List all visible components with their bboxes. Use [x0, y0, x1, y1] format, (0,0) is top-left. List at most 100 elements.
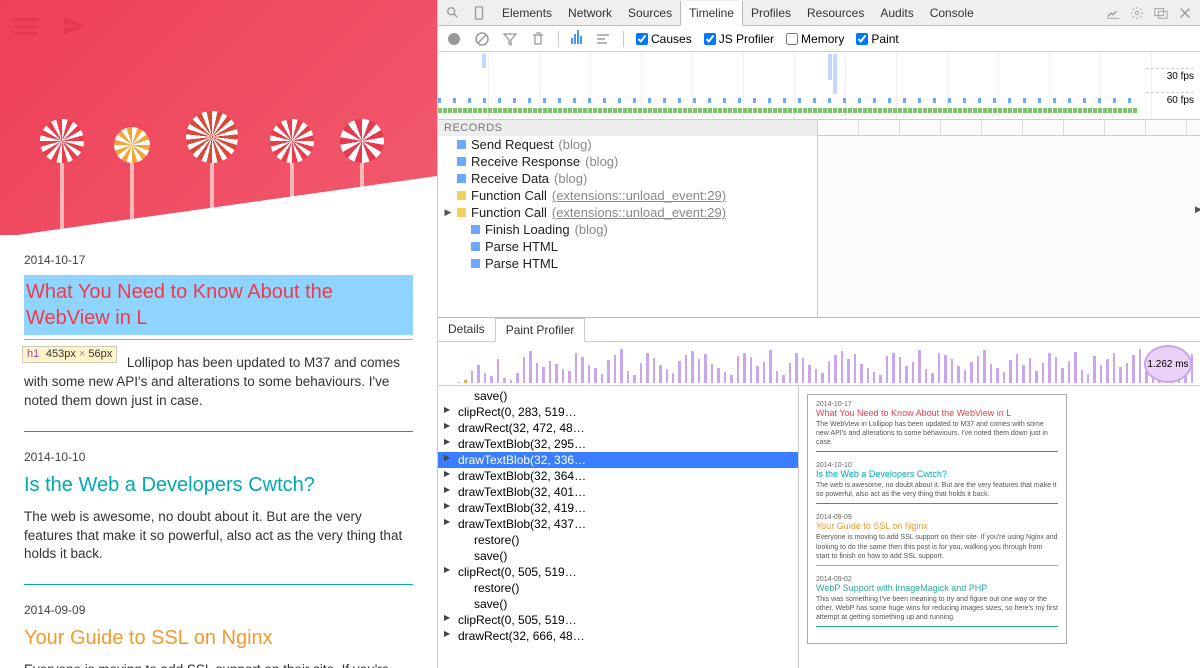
draw-call[interactable]: drawTextBlob(32, 364… — [438, 468, 798, 484]
paint-bar[interactable] — [516, 373, 518, 383]
paint-bar[interactable] — [1016, 354, 1018, 383]
paint-bar[interactable] — [1003, 372, 1005, 383]
paint-bar[interactable] — [640, 363, 642, 383]
paint-bar[interactable] — [996, 368, 998, 383]
device-icon[interactable] — [472, 6, 486, 20]
draw-call[interactable]: drawTextBlob(32, 401… — [438, 484, 798, 500]
record-row[interactable]: Function Call (extensions::unload_event:… — [438, 187, 817, 204]
record-icon[interactable] — [446, 31, 462, 47]
draw-call[interactable]: drawTextBlob(32, 295… — [438, 436, 798, 452]
draw-call[interactable]: restore() — [438, 580, 798, 596]
paint-bar[interactable] — [834, 355, 836, 383]
paint-bar[interactable] — [1055, 357, 1057, 383]
paint-bar[interactable] — [1087, 374, 1089, 383]
paint-bar[interactable] — [1029, 358, 1031, 383]
paint-bar[interactable] — [555, 364, 557, 383]
send-icon[interactable] — [62, 14, 86, 38]
paint-bar[interactable] — [828, 361, 830, 383]
tab-elements[interactable]: Elements — [494, 1, 560, 25]
subtab-paintprofiler[interactable]: Paint Profiler — [495, 318, 586, 342]
paint-bar[interactable] — [808, 365, 810, 383]
paint-bar[interactable] — [867, 368, 869, 383]
tab-resources[interactable]: Resources — [799, 1, 872, 25]
paint-bar[interactable] — [594, 368, 596, 383]
paint-bar[interactable] — [912, 362, 914, 383]
paint-bar[interactable] — [627, 371, 629, 383]
paint-bar[interactable] — [575, 353, 577, 383]
draw-call[interactable]: clipRect(0, 283, 519… — [438, 404, 798, 420]
post-title-highlight[interactable]: What You Need to Know About the WebView … — [24, 275, 413, 335]
paint-bar[interactable] — [685, 355, 687, 383]
paint-bar[interactable] — [620, 349, 622, 383]
drawer-icon[interactable] — [1106, 6, 1120, 20]
paint-bar[interactable] — [951, 359, 953, 383]
paint-bar[interactable] — [471, 371, 473, 383]
paint-bar[interactable] — [1100, 365, 1102, 383]
paint-checkbox[interactable]: Paint — [856, 32, 898, 46]
draw-call[interactable]: drawRect(32, 666, 48… — [438, 628, 798, 644]
paint-bar[interactable] — [1106, 359, 1108, 383]
record-row[interactable]: Parse HTML — [438, 255, 817, 272]
paint-bar[interactable] — [1126, 363, 1128, 383]
paint-bar[interactable] — [1009, 360, 1011, 383]
paint-profiler-chart[interactable]: 1.262 ms — [438, 342, 1200, 386]
paint-bar[interactable] — [529, 351, 531, 383]
draw-call[interactable]: clipRect(0, 505, 519… — [438, 564, 798, 580]
paint-bar[interactable] — [970, 362, 972, 383]
paint-bar[interactable] — [724, 372, 726, 383]
paint-bar[interactable] — [1068, 361, 1070, 383]
tab-sources[interactable]: Sources — [620, 1, 680, 25]
filter-icon[interactable] — [502, 31, 518, 47]
paint-bar[interactable] — [841, 351, 843, 383]
paint-bar[interactable] — [763, 362, 765, 383]
paint-bar[interactable] — [1048, 353, 1050, 383]
paint-bar[interactable] — [1113, 353, 1115, 383]
paint-bar[interactable] — [1139, 349, 1141, 383]
paint-bar[interactable] — [717, 368, 719, 383]
paint-bar[interactable] — [549, 361, 551, 383]
paint-bar[interactable] — [490, 376, 492, 383]
paint-bar[interactable] — [938, 353, 940, 383]
post-title[interactable]: Is the Web a Developers Cwtch? — [24, 472, 413, 498]
record-row[interactable]: Parse HTML — [438, 238, 817, 255]
paint-bar[interactable] — [698, 359, 700, 383]
paint-bar[interactable] — [1035, 371, 1037, 383]
paint-bar[interactable] — [905, 366, 907, 383]
flame-markers[interactable] — [818, 120, 1200, 317]
paint-bar[interactable] — [1119, 367, 1121, 383]
paint-bar[interactable] — [581, 357, 583, 383]
paint-bar[interactable] — [990, 364, 992, 383]
paint-bar[interactable] — [653, 358, 655, 383]
paint-bar[interactable] — [743, 353, 745, 383]
close-icon[interactable] — [1178, 6, 1192, 20]
paint-bar[interactable] — [802, 358, 804, 383]
paint-bar[interactable] — [1022, 365, 1024, 383]
paint-bar[interactable] — [497, 359, 499, 383]
paint-bar[interactable] — [614, 355, 616, 383]
draw-call[interactable]: drawTextBlob(32, 419… — [438, 500, 798, 516]
paint-bar[interactable] — [789, 363, 791, 383]
view-bars-icon[interactable] — [571, 30, 583, 47]
paint-bar[interactable] — [782, 375, 784, 383]
paint-bar[interactable] — [484, 373, 486, 383]
paint-bar[interactable] — [750, 357, 752, 383]
paint-bar[interactable] — [977, 356, 979, 383]
paint-bar[interactable] — [523, 357, 525, 383]
paint-bar[interactable] — [601, 374, 603, 383]
paint-bar[interactable] — [633, 375, 635, 383]
paint-bar[interactable] — [542, 367, 544, 383]
record-row[interactable]: Receive Data (blog) — [438, 170, 817, 187]
record-row[interactable]: Send Request (blog) — [438, 136, 817, 153]
gear-icon[interactable] — [1130, 6, 1144, 20]
paint-bar[interactable] — [918, 350, 920, 383]
paint-bar[interactable] — [886, 356, 888, 383]
post-title[interactable]: Your Guide to SSL on Nginx — [24, 625, 413, 651]
draw-call[interactable]: clipRect(0, 505, 519… — [438, 612, 798, 628]
paint-bar[interactable] — [1074, 352, 1076, 383]
paint-bar[interactable] — [821, 373, 823, 383]
paint-bar[interactable] — [1081, 370, 1083, 383]
tab-timeline[interactable]: Timeline — [680, 1, 743, 26]
paint-bar[interactable] — [873, 372, 875, 383]
paint-bar[interactable] — [964, 370, 966, 383]
jsprofiler-checkbox[interactable]: JS Profiler — [704, 32, 774, 46]
